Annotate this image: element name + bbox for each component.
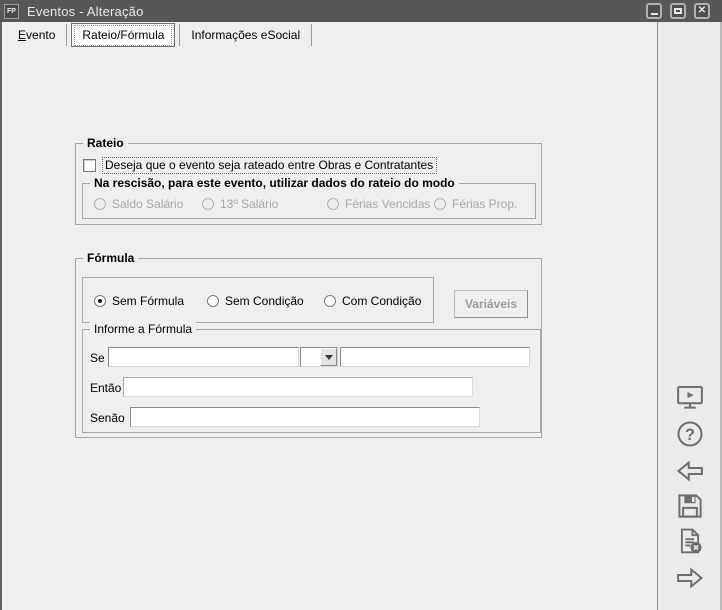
svg-text:?: ?: [685, 426, 695, 444]
rateio-checkbox[interactable]: [83, 159, 96, 172]
maximize-icon: [674, 8, 682, 14]
tab-informacoes-esocial-label: Informações eSocial: [191, 28, 300, 42]
tab-separator: [66, 24, 67, 46]
minimize-icon: [651, 13, 658, 15]
preview-monitor-icon[interactable]: [675, 382, 705, 412]
formula-mode-panel: Sem Fórmula Sem Condição Com Condição: [82, 277, 434, 323]
radio-sem-condicao[interactable]: Sem Condição: [207, 294, 304, 308]
close-button[interactable]: ✕: [694, 3, 710, 19]
se-operator-value: [301, 348, 320, 366]
radio-com-condicao-label: Com Condição: [342, 294, 421, 308]
radio-ferias-vencidas-label: Férias Vencidas: [345, 197, 430, 211]
radio-circle: [207, 295, 219, 307]
se-input[interactable]: [108, 347, 299, 367]
tab-separator: [311, 24, 312, 46]
radio-13-salario-label: 13º Salário: [220, 197, 278, 211]
radio-ferias-vencidas: Férias Vencidas: [327, 197, 430, 211]
window-left-border: [0, 22, 2, 610]
app-window: FP Eventos - Alteração ✕ Evento Rateio/F…: [0, 0, 722, 610]
toolbar-sidebar: ?: [657, 22, 722, 610]
radio-saldo-salario-label: Saldo Salário: [112, 197, 183, 211]
rescisao-group-title: Na rescisão, para este evento, utilizar …: [90, 176, 459, 190]
maximize-button[interactable]: [670, 3, 686, 19]
informe-formula-title: Informe a Fórmula: [90, 322, 196, 336]
tab-bar: Evento Rateio/Fórmula Informações eSocia…: [2, 22, 657, 48]
tab-rateio-formula[interactable]: Rateio/Fórmula: [71, 23, 175, 47]
se-input-2[interactable]: [340, 347, 530, 367]
radio-circle: [324, 295, 336, 307]
formula-group-title: Fórmula: [83, 251, 138, 265]
delete-record-icon[interactable]: [675, 526, 705, 556]
radio-sem-formula[interactable]: Sem Fórmula: [94, 294, 184, 308]
informe-formula-group: Informe a Fórmula Se Então Senão: [82, 329, 541, 433]
radio-circle: [202, 198, 214, 210]
radio-circle: [94, 198, 106, 210]
help-icon[interactable]: ?: [675, 419, 705, 449]
entao-label: Então: [90, 381, 121, 395]
radio-circle-selected: [94, 295, 106, 307]
radio-sem-formula-label: Sem Fórmula: [112, 294, 184, 308]
tab-rateio-formula-label: Rateio/Fórmula: [74, 25, 172, 46]
rateio-checkbox-row: Deseja que o evento seja rateado entre O…: [83, 157, 437, 174]
rateio-group: Rateio Deseja que o evento seja rateado …: [75, 143, 542, 225]
radio-circle: [434, 198, 446, 210]
tab-informacoes-esocial[interactable]: Informações eSocial: [180, 24, 311, 46]
senao-label: Senão: [90, 411, 125, 425]
app-logo-fp: FP: [4, 4, 19, 19]
titlebar: FP Eventos - Alteração ✕: [0, 0, 722, 22]
se-label: Se: [90, 351, 105, 365]
window-title: Eventos - Alteração: [27, 4, 144, 19]
minimize-button[interactable]: [646, 3, 662, 19]
back-arrow-icon[interactable]: [675, 456, 705, 486]
tab-evento-label: Evento: [18, 28, 55, 42]
rateio-group-title: Rateio: [83, 136, 128, 150]
close-icon: ✕: [698, 6, 706, 16]
formula-group: Fórmula Sem Fórmula Sem Condição Com Con…: [75, 258, 542, 438]
chevron-down-icon: [325, 355, 333, 360]
window-controls: ✕: [646, 3, 710, 19]
radio-ferias-prop-label: Férias Prop.: [452, 197, 517, 211]
combo-dropdown-button[interactable]: [320, 348, 337, 366]
entao-input[interactable]: [123, 377, 473, 397]
variaveis-button: Variáveis: [454, 290, 528, 318]
radio-ferias-prop: Férias Prop.: [434, 197, 517, 211]
senao-input[interactable]: [130, 407, 480, 427]
rescisao-group: Na rescisão, para este evento, utilizar …: [82, 183, 536, 219]
se-operator-combo[interactable]: [300, 347, 338, 367]
save-disk-icon[interactable]: [675, 491, 705, 521]
radio-circle: [327, 198, 339, 210]
rateio-checkbox-label[interactable]: Deseja que o evento seja rateado entre O…: [102, 157, 437, 174]
radio-13-salario: 13º Salário: [202, 197, 278, 211]
forward-arrow-icon[interactable]: [675, 563, 705, 593]
radio-sem-condicao-label: Sem Condição: [225, 294, 304, 308]
radio-com-condicao[interactable]: Com Condição: [324, 294, 421, 308]
tab-evento[interactable]: Evento: [7, 24, 66, 46]
radio-saldo-salario: Saldo Salário: [94, 197, 183, 211]
